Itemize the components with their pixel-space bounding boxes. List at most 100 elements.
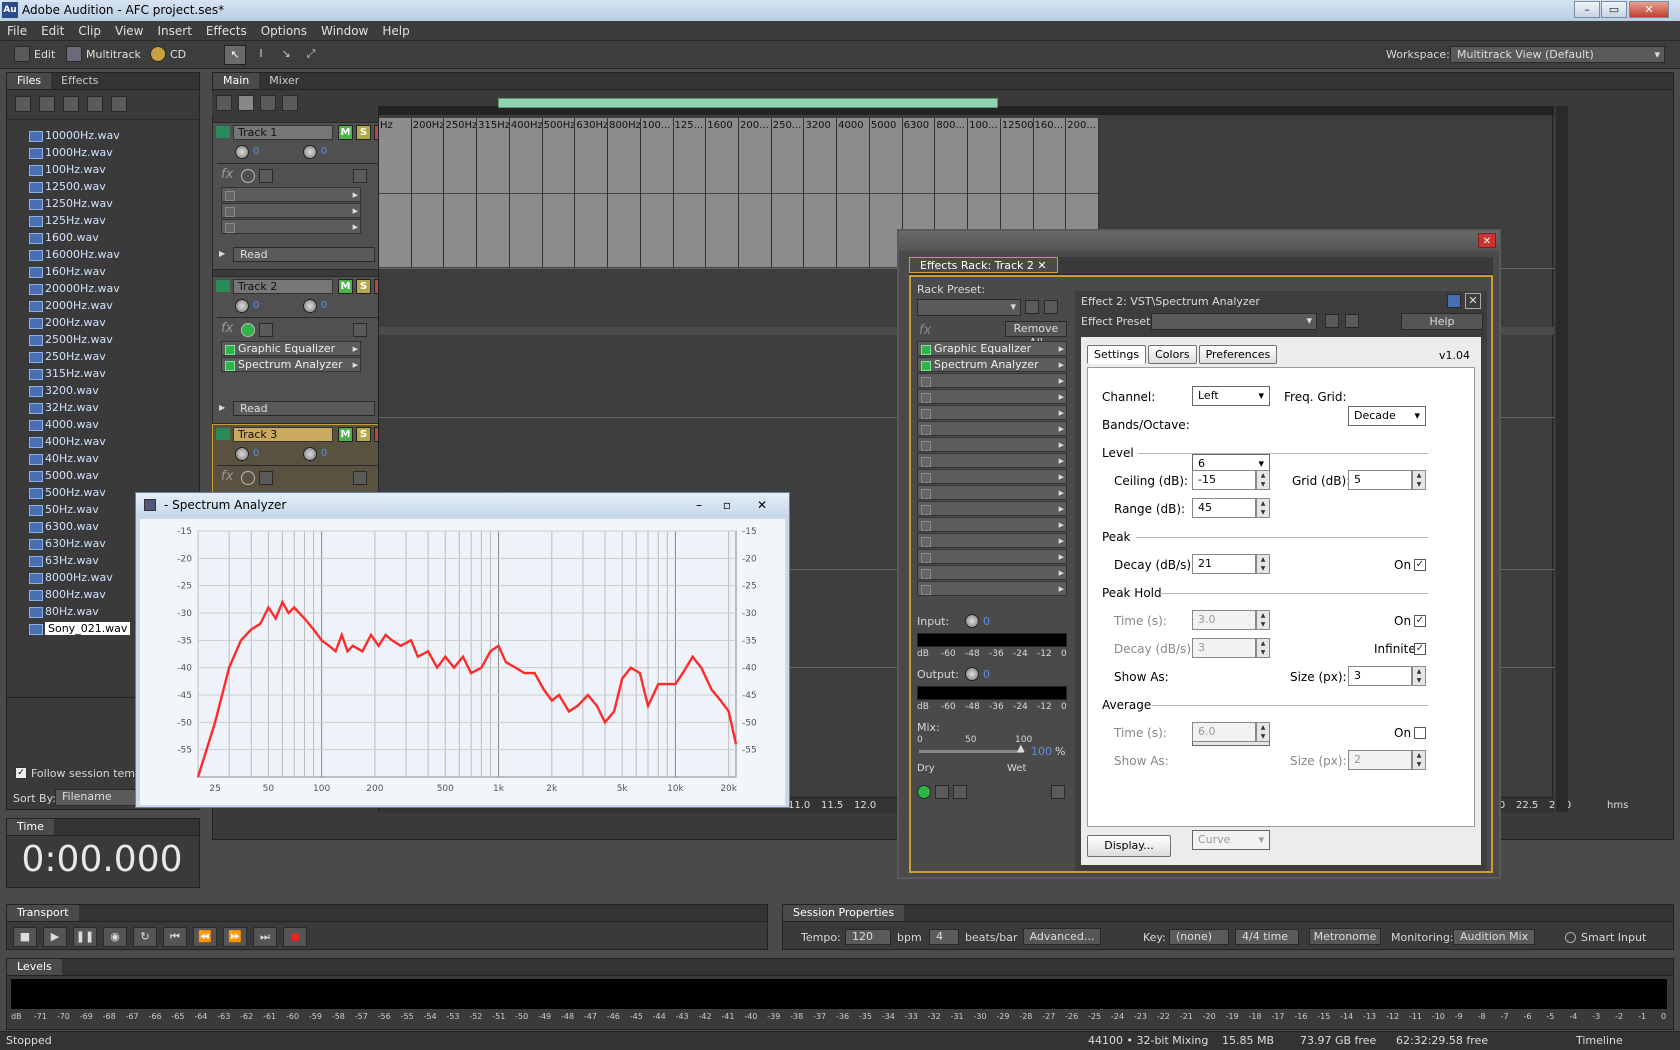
rack-slot[interactable]: [917, 469, 1067, 484]
file-item[interactable]: 40Hz.wav: [27, 450, 199, 467]
tab-colors[interactable]: Colors: [1148, 345, 1197, 364]
menu-insert[interactable]: Insert: [151, 21, 199, 41]
fx-slot[interactable]: [221, 219, 361, 234]
stop-icon[interactable]: ■: [13, 927, 37, 947]
rack-slot[interactable]: [917, 389, 1067, 404]
ceiling-stepper[interactable]: ▲ ▼: [1256, 470, 1270, 490]
average-time-input[interactable]: 6.0: [1192, 722, 1256, 742]
range-stepper[interactable]: ▲ ▼: [1256, 498, 1270, 518]
average-time-stepper[interactable]: ▲ ▼: [1256, 722, 1270, 742]
file-item[interactable]: 250Hz.wav: [27, 348, 199, 365]
tab-levels[interactable]: Levels: [7, 959, 62, 975]
peak-hold-decay-input[interactable]: 3: [1192, 638, 1256, 658]
freq-grid-select[interactable]: Decade: [1348, 406, 1426, 426]
peak-hold-time-stepper[interactable]: ▲ ▼: [1256, 610, 1270, 630]
peak-on-checkbox[interactable]: ✓: [1414, 559, 1426, 571]
file-item[interactable]: 12500.wav: [27, 178, 199, 195]
clip[interactable]: 4000: [837, 118, 870, 268]
file-item[interactable]: 2000Hz.wav: [27, 297, 199, 314]
effect-close-icon[interactable]: ✕: [1465, 293, 1481, 309]
file-item[interactable]: 160Hz.wav: [27, 263, 199, 280]
rack-slot[interactable]: [917, 549, 1067, 564]
effect-pin-icon[interactable]: [1447, 294, 1461, 308]
grid-db-input[interactable]: 5: [1348, 470, 1412, 490]
fx-icon[interactable]: fx: [221, 469, 233, 484]
clip[interactable]: 1600: [706, 118, 739, 268]
fx-icon[interactable]: fx: [221, 167, 233, 182]
expand-icon[interactable]: ▶: [219, 249, 225, 258]
clip[interactable]: 315Hz: [477, 118, 510, 268]
track-name-input[interactable]: Track 2: [233, 279, 333, 294]
advanced-button[interactable]: Advanced...: [1023, 928, 1101, 945]
loop-icon[interactable]: ↻: [133, 927, 157, 947]
clip[interactable]: 400Hz: [509, 118, 543, 268]
rack-slot[interactable]: [917, 437, 1067, 452]
time-selection-tool-icon[interactable]: I: [251, 45, 271, 65]
latency-icon[interactable]: [953, 785, 967, 799]
peak-decay-input[interactable]: 21: [1192, 554, 1256, 574]
vertical-scrollbar[interactable]: [1556, 106, 1568, 812]
file-item[interactable]: 1250Hz.wav: [27, 195, 199, 212]
size-px-stepper[interactable]: ▲ ▼: [1412, 666, 1426, 686]
multitrack-view-button[interactable]: Multitrack: [66, 46, 141, 62]
rack-slot[interactable]: Graphic Equalizer: [917, 341, 1067, 356]
tab-main[interactable]: Main: [213, 73, 260, 89]
average-size-input[interactable]: 2: [1348, 750, 1412, 770]
fx-rack-icon[interactable]: [353, 323, 367, 337]
fx-prepost-icon[interactable]: [259, 169, 273, 183]
track-name-input[interactable]: Track 3: [233, 427, 333, 442]
mix-slider[interactable]: [919, 750, 1023, 753]
solo-button[interactable]: S: [356, 125, 371, 140]
menu-clip[interactable]: Clip: [71, 21, 108, 41]
file-item[interactable]: 20000Hz.wav: [27, 280, 199, 297]
rack-preset-select[interactable]: ▾: [917, 299, 1021, 316]
rack-settings-icon[interactable]: [1051, 785, 1065, 799]
sends-icon[interactable]: [260, 95, 276, 111]
effect-preset-select[interactable]: ▾: [1151, 313, 1317, 330]
expand-icon[interactable]: ▶: [219, 403, 225, 412]
tab-preferences[interactable]: Preferences: [1198, 345, 1278, 364]
file-item[interactable]: 315Hz.wav: [27, 365, 199, 382]
prepost-icon[interactable]: [935, 785, 949, 799]
scrub-tool-icon[interactable]: ↘: [276, 45, 296, 65]
move-tool-icon[interactable]: ↖: [224, 45, 246, 65]
rack-slot[interactable]: [917, 421, 1067, 436]
mute-button[interactable]: M: [338, 279, 353, 294]
infinite-checkbox[interactable]: ✓: [1414, 643, 1426, 655]
power-icon[interactable]: [917, 785, 931, 799]
file-item[interactable]: 5000.wav: [27, 467, 199, 484]
go-to-end-icon[interactable]: ⏭: [253, 927, 277, 947]
automation-mode-select[interactable]: Read: [233, 401, 375, 416]
fx-slot[interactable]: [221, 187, 361, 202]
fx-prepost-icon[interactable]: [259, 471, 273, 485]
clip[interactable]: 250...: [771, 118, 805, 268]
maximize-button[interactable]: ▭: [1601, 1, 1627, 18]
spectrum-maximize-button[interactable]: ▫: [714, 493, 740, 517]
pan-knob[interactable]: [303, 299, 317, 313]
average-size-stepper[interactable]: ▲ ▼: [1412, 750, 1426, 770]
size-px-input[interactable]: 3: [1348, 666, 1412, 686]
track-name-input[interactable]: Track 1: [233, 125, 333, 140]
peak-hold-on-checkbox[interactable]: ✓: [1414, 615, 1426, 627]
fast-forward-icon[interactable]: ⏩: [223, 927, 247, 947]
tempo-input[interactable]: 120: [845, 929, 891, 945]
fx-slot[interactable]: Spectrum Analyzer: [221, 357, 361, 372]
pan-knob[interactable]: [303, 145, 317, 159]
pan-knob[interactable]: [303, 447, 317, 461]
file-item[interactable]: 200Hz.wav: [27, 314, 199, 331]
beats-input[interactable]: 4: [929, 929, 959, 945]
rack-slot[interactable]: [917, 453, 1067, 468]
workspace-select[interactable]: Multitrack View (Default) ▾: [1450, 46, 1665, 63]
eq-icon[interactable]: [282, 95, 298, 111]
rack-slot[interactable]: [917, 517, 1067, 532]
rack-slot[interactable]: [917, 565, 1067, 580]
mute-button[interactable]: M: [338, 427, 353, 442]
effects-fx-icon[interactable]: [238, 95, 254, 111]
tab-transport[interactable]: Transport: [7, 905, 79, 921]
mix-slider-handle[interactable]: ▲: [1017, 743, 1025, 754]
tab-mixer[interactable]: Mixer: [259, 73, 309, 89]
range-input[interactable]: 45: [1192, 498, 1256, 518]
clip[interactable]: 200...: [739, 118, 772, 268]
close-button[interactable]: ✕: [1629, 1, 1669, 18]
clip[interactable]: 200Hz: [411, 118, 445, 268]
